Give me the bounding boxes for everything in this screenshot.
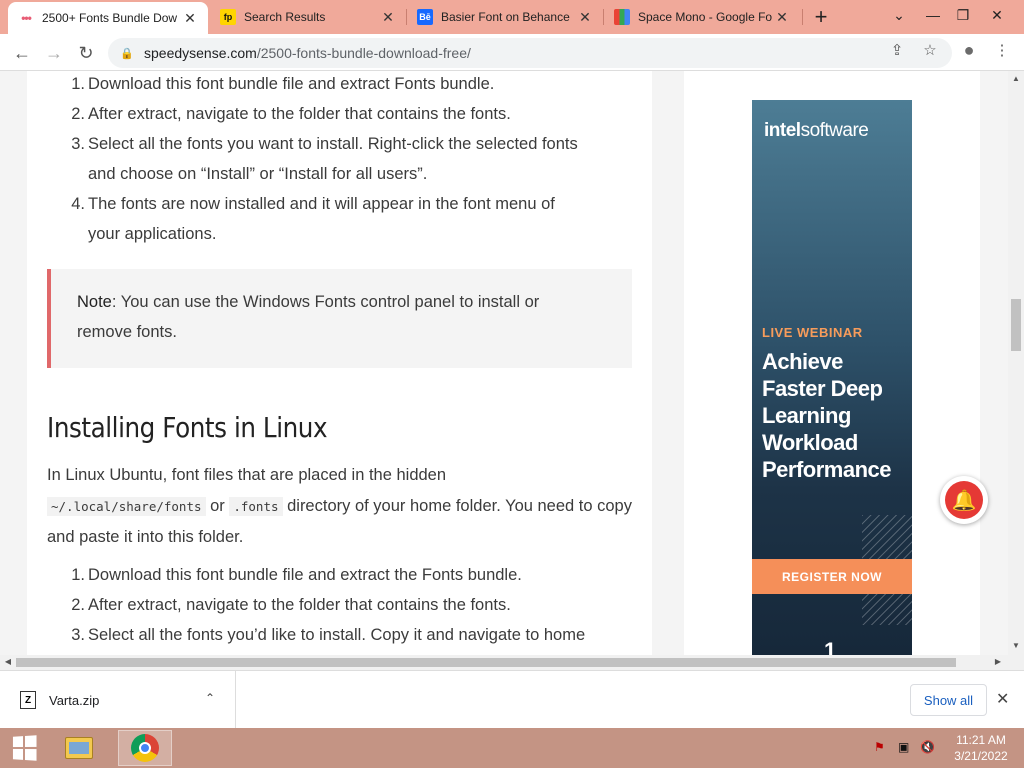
windows-logo-icon [12,735,37,761]
tab-close-icon[interactable]: ✕ [774,9,790,25]
note-text: Note: You can use the Windows Fonts cont… [77,293,540,341]
network-icon[interactable]: ▣ [898,740,909,754]
tab-close-icon[interactable]: ✕ [380,9,396,25]
menu-kebab-icon[interactable]: ⋮ [993,41,1011,59]
linux-intro-paragraph: In Linux Ubuntu, font files that are pla… [47,466,632,546]
tab-separator [802,9,803,25]
download-filename[interactable]: Varta.zip [49,693,99,708]
article-column: 1. Download this font bundle file and ex… [27,71,652,655]
page-viewport: 1. Download this font bundle file and ex… [0,71,1008,655]
chrome-icon [131,734,159,762]
horizontal-scroll-thumb[interactable] [16,658,956,667]
tab-search-chevron-icon[interactable]: ⌄ [882,0,916,30]
file-explorer-button[interactable] [56,730,102,766]
ad-brand: intelsoftware [764,120,869,141]
tab-title: Basier Font on Behance [441,10,570,24]
new-tab-button[interactable]: + [808,4,834,29]
show-all-button[interactable]: Show all [910,684,987,716]
download-item[interactable]: Z Varta.zip ⌃ [0,671,236,729]
maximize-button[interactable]: ❐ [946,0,980,30]
intel-ad-banner[interactable]: intelsoftware LIVE WEBINAR Achieve Faste… [752,100,912,655]
google-fonts-favicon-icon [614,9,630,25]
vertical-scrollbar[interactable]: ▲ ▼ [1008,71,1024,655]
tab-behance[interactable]: Bē Basier Font on Behance ✕ [407,0,603,34]
share-icon[interactable]: ⇪ [888,41,906,59]
action-center-flag-icon[interactable]: ⚑ [874,740,885,754]
scroll-up-arrow-icon[interactable]: ▲ [1008,74,1024,83]
window-close-button[interactable]: ✕ [980,0,1014,30]
fonts-path-code: ~/.local/share/fonts [47,496,206,516]
note-callout: Note: You can use the Windows Fonts cont… [47,269,632,368]
ad-kicker: LIVE WEBINAR [762,325,863,340]
lock-icon[interactable]: 🔒 [120,47,134,60]
vertical-scroll-thumb[interactable] [1011,299,1021,351]
tab-close-icon[interactable]: ✕ [577,9,593,25]
ad-register-button[interactable]: REGISTER NOW [752,559,912,594]
bookmark-star-icon[interactable]: ☆ [921,41,939,59]
tab-title: Space Mono - Google Fo [638,10,773,24]
profile-icon[interactable]: ● [960,40,978,60]
tab-title: 2500+ Fonts Bundle Dow [42,11,178,25]
linux-section-heading: Installing Fonts in Linux [47,411,328,444]
sidebar: intelsoftware LIVE WEBINAR Achieve Faste… [684,71,980,655]
volume-muted-icon[interactable]: 🔇 [920,740,935,754]
fonts-dir-code: .fonts [229,496,283,516]
reload-button[interactable]: ↻ [72,39,100,67]
scroll-down-arrow-icon[interactable]: ▼ [1008,641,1024,650]
tab-strip: ••• 2500+ Fonts Bundle Dow ✕ fp Search R… [0,0,1024,34]
fp-favicon-icon: fp [220,9,236,25]
windows-taskbar: ⚑ ▣ 🔇 11:21 AM 3/21/2022 [0,728,1024,768]
close-download-bar-icon[interactable]: ✕ [996,689,1009,709]
folder-icon [65,737,93,759]
tab-fonts-bundle[interactable]: ••• 2500+ Fonts Bundle Dow ✕ [8,2,208,34]
start-button[interactable] [0,728,48,768]
notification-bell-button[interactable]: 🔔 [940,476,988,524]
tab-title: Search Results [244,10,326,24]
tab-close-icon[interactable]: ✕ [182,10,198,26]
url-text[interactable]: speedysense.com/2500-fonts-bundle-downlo… [144,45,471,61]
minimize-button[interactable]: — [916,0,950,30]
browser-toolbar: ← → ↻ 🔒 speedysense.com/2500-fonts-bundl… [0,34,1024,71]
behance-favicon-icon: Bē [417,9,433,25]
scroll-left-arrow-icon[interactable]: ◀ [0,657,16,666]
back-button[interactable]: ← [8,39,36,67]
tab-search-results[interactable]: fp Search Results ✕ [210,0,406,34]
bell-icon: 🔔 [945,481,983,519]
chevron-up-icon[interactable]: ⌃ [205,691,215,705]
dots-favicon-icon: ••• [21,11,32,25]
tab-space-mono[interactable]: Space Mono - Google Fo ✕ [604,0,800,34]
ad-digit: 1 [824,638,837,655]
chrome-taskbar-button[interactable] [118,730,172,766]
scroll-right-arrow-icon[interactable]: ▶ [990,657,1006,666]
forward-button[interactable]: → [40,39,68,67]
address-bar[interactable]: 🔒 speedysense.com/2500-fonts-bundle-down… [108,38,952,68]
taskbar-clock[interactable]: 11:21 AM 3/21/2022 [948,732,1014,764]
horizontal-scrollbar[interactable]: ◀ ▶ [0,655,1024,670]
ad-headline: Achieve Faster Deep Learning Workload Pe… [762,349,892,482]
zip-file-icon: Z [20,691,36,709]
download-bar: Z Varta.zip ⌃ Show all ✕ [0,670,1024,729]
